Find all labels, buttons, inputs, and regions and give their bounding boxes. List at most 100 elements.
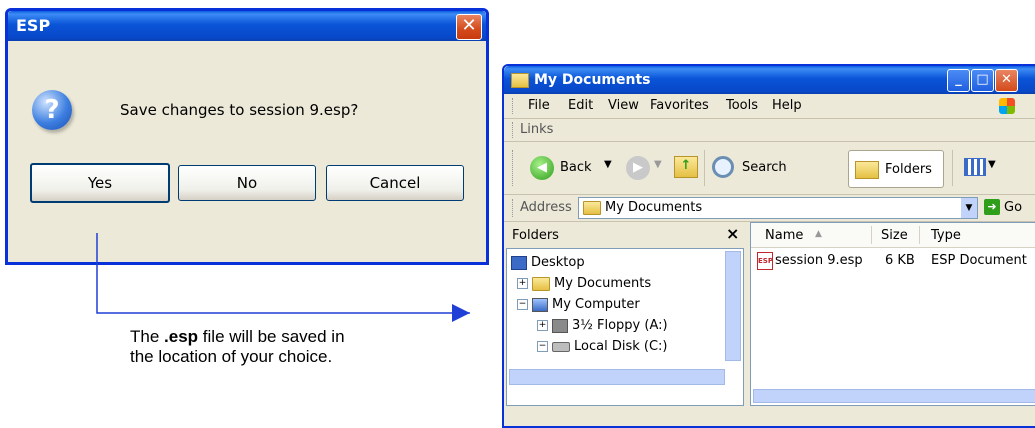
close-icon[interactable]: ✕: [456, 14, 482, 40]
tree-vertical-scrollbar[interactable]: [725, 251, 741, 361]
address-dropdown-icon[interactable]: ▼: [961, 198, 977, 218]
yes-button[interactable]: Yes: [30, 163, 170, 203]
menu-bar: File Edit View Favorites Tools Help: [504, 94, 1035, 119]
menu-grip: [512, 98, 515, 114]
esp-dialog: ESP ✕ ? Save changes to session 9.esp? Y…: [5, 8, 489, 265]
menu-help[interactable]: Help: [772, 94, 802, 118]
cancel-button[interactable]: Cancel: [326, 165, 464, 201]
file-list: Name ▲ Size Type ESP session 9.esp 6 KB …: [750, 222, 1035, 406]
sort-ascending-icon: ▲: [815, 229, 822, 239]
links-bar: Links: [504, 119, 1035, 142]
address-label: Address: [520, 200, 572, 215]
expand-icon[interactable]: +: [537, 320, 548, 331]
tree-item-desktop[interactable]: Desktop: [511, 255, 585, 270]
file-type: ESP Document: [931, 253, 1027, 268]
windows-logo-icon: [999, 98, 1015, 114]
column-header-row: Name ▲ Size Type: [751, 223, 1035, 248]
go-arrow-icon[interactable]: ➜: [984, 199, 1000, 215]
folders-pane-header: Folders ×: [504, 222, 746, 248]
folders-icon: [855, 161, 879, 179]
esp-file-icon: ESP: [757, 252, 773, 270]
tree-label: Desktop: [531, 255, 585, 270]
caption-line-2: the location of your choice.: [130, 347, 333, 366]
forward-arrow-icon[interactable]: ▶: [626, 156, 650, 180]
close-pane-icon[interactable]: ×: [726, 224, 739, 243]
menu-favorites[interactable]: Favorites: [650, 94, 709, 118]
search-button[interactable]: Search: [742, 160, 787, 175]
dialog-message: Save changes to session 9.esp?: [120, 101, 359, 119]
back-button[interactable]: Back: [560, 160, 592, 175]
explorer-title: My Documents: [534, 72, 651, 88]
connector-arrowhead: [452, 304, 470, 322]
my-documents-icon: [511, 73, 529, 88]
up-folder-icon[interactable]: ↑: [674, 156, 698, 178]
folders-tree: Desktop + My Documents − My Computer +3½ F…: [506, 248, 744, 406]
tree-item-local-disk[interactable]: − Local Disk (C:): [537, 339, 667, 354]
table-row[interactable]: ESP session 9.esp 6 KB ESP Document: [751, 251, 1035, 271]
disk-icon: [552, 341, 570, 352]
file-list-horizontal-scrollbar[interactable]: [753, 389, 1035, 403]
question-icon: ?: [32, 90, 72, 130]
dialog-title: ESP: [16, 16, 51, 35]
forward-dropdown-icon[interactable]: ▼: [654, 159, 662, 170]
expand-icon[interactable]: +: [517, 278, 528, 289]
tree-label: 3½ Floppy (A:): [572, 318, 668, 333]
address-grip: [512, 199, 515, 217]
folders-label: Folders: [885, 162, 932, 177]
column-type[interactable]: Type: [931, 228, 961, 243]
toolbar-separator: [952, 150, 953, 186]
column-name[interactable]: Name: [765, 228, 803, 243]
toolbar-grip: [512, 150, 515, 186]
tree-item-my-computer[interactable]: − My Computer: [517, 297, 640, 312]
explorer-window: My Documents _ □ ✕ File Edit View Favori…: [502, 64, 1035, 428]
back-arrow-icon[interactable]: ◀: [530, 156, 554, 180]
dialog-title-bar[interactable]: ESP ✕: [8, 11, 486, 41]
tree-item-floppy[interactable]: +3½ Floppy (A:): [537, 318, 668, 333]
floppy-icon: [552, 318, 568, 333]
links-grip: [512, 122, 515, 138]
maximize-icon[interactable]: □: [971, 69, 994, 92]
tree-item-my-documents[interactable]: + My Documents: [517, 276, 651, 291]
tree-label: My Documents: [554, 276, 652, 291]
folders-button[interactable]: Folders: [848, 150, 944, 188]
caption-text-a: The: [130, 327, 165, 346]
column-divider: [871, 226, 872, 244]
caption: The .esp file will be saved in the locat…: [130, 327, 345, 367]
column-divider: [919, 226, 920, 244]
tree-horizontal-scrollbar[interactable]: [509, 369, 725, 385]
menu-file[interactable]: File: [528, 94, 550, 118]
no-button[interactable]: No: [178, 165, 316, 201]
caption-line-1: The .esp file will be saved in: [130, 327, 345, 347]
tree-label: My Computer: [552, 297, 640, 312]
desktop-icon: [511, 255, 527, 270]
views-icon[interactable]: [964, 158, 986, 176]
caption-text-b: file will be saved in: [198, 327, 345, 346]
file-size: 6 KB: [885, 253, 915, 268]
minimize-icon[interactable]: _: [947, 69, 970, 92]
menu-view[interactable]: View: [608, 94, 639, 118]
collapse-icon[interactable]: −: [517, 299, 528, 310]
close-icon[interactable]: ✕: [995, 69, 1018, 92]
menu-tools[interactable]: Tools: [726, 94, 758, 118]
folders-pane-title: Folders: [512, 228, 559, 243]
views-dropdown-icon[interactable]: ▼: [988, 159, 996, 170]
column-size[interactable]: Size: [881, 228, 908, 243]
computer-icon: [532, 297, 548, 312]
file-name: session 9.esp: [775, 253, 863, 268]
address-field[interactable]: My Documents ▼: [578, 197, 978, 219]
address-bar: Address My Documents ▼ ➜ Go: [504, 195, 1035, 222]
folder-icon: [532, 276, 550, 291]
collapse-icon[interactable]: −: [537, 341, 548, 352]
caption-ext: .esp: [164, 327, 199, 346]
standard-toolbar: ◀ Back ▼ ▶ ▼ ↑ Search Folders ▼: [504, 142, 1035, 195]
links-label[interactable]: Links: [520, 122, 553, 137]
search-icon[interactable]: [712, 156, 734, 178]
menu-edit[interactable]: Edit: [568, 94, 593, 118]
explorer-title-bar[interactable]: My Documents _ □ ✕: [504, 66, 1035, 94]
back-dropdown-icon[interactable]: ▼: [604, 159, 612, 170]
my-documents-icon: [583, 201, 601, 215]
address-value: My Documents: [605, 200, 703, 215]
tree-label: Local Disk (C:): [574, 339, 668, 354]
toolbar-separator: [704, 150, 705, 186]
go-button[interactable]: Go: [1004, 200, 1022, 215]
